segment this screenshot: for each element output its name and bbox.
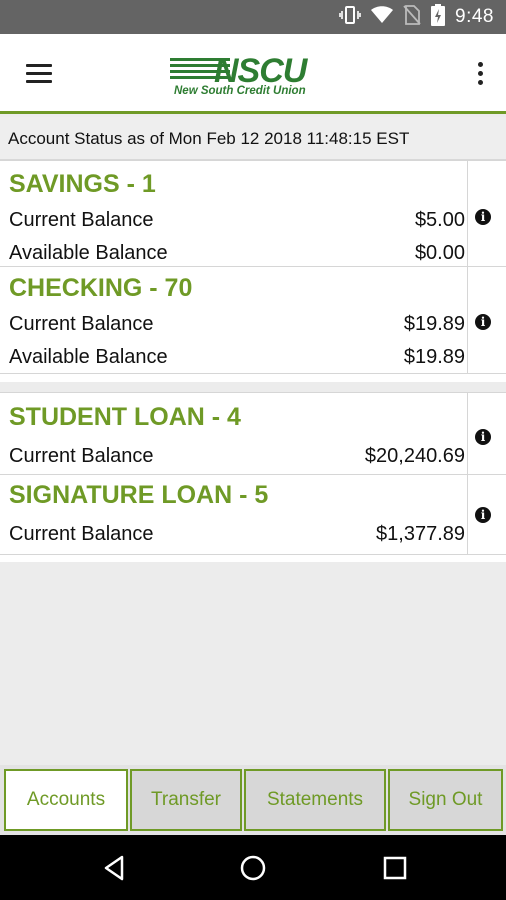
info-icon[interactable]: i: [475, 209, 491, 225]
no-sim-icon: [403, 4, 421, 30]
balance-row: Current Balance $19.89: [9, 313, 465, 339]
overflow-menu-icon[interactable]: [476, 62, 484, 88]
account-status-bar: Account Status as of Mon Feb 12 2018 11:…: [0, 117, 506, 160]
balance-row: Current Balance $1,377.89: [9, 523, 465, 549]
balance-amount: $0.00: [414, 242, 465, 264]
balance-amount: $1,377.89: [376, 523, 465, 545]
balance-label: Current Balance: [9, 209, 154, 231]
info-icon[interactable]: i: [475, 507, 491, 523]
deposit-accounts-list: SAVINGS - 1 Current Balance $5.00 Availa…: [0, 160, 506, 382]
system-navigation-bar: [0, 835, 506, 900]
tab-transfer[interactable]: Transfer: [130, 769, 242, 831]
account-title: SAVINGS - 1: [9, 170, 156, 198]
balance-amount: $19.89: [403, 313, 465, 335]
tab-statements[interactable]: Statements: [244, 769, 386, 831]
balance-label: Available Balance: [9, 346, 168, 368]
clock-time: 9:48: [455, 6, 494, 27]
balance-row: Available Balance $0.00: [9, 242, 465, 268]
app-bar: NSCU New South Credit Union: [0, 34, 506, 114]
info-icon[interactable]: i: [475, 314, 491, 330]
balance-amount: $19.89: [403, 346, 465, 368]
balance-row: Current Balance $20,240.69: [9, 445, 465, 471]
battery-charging-icon: [431, 3, 446, 31]
balance-label: Current Balance: [9, 313, 154, 335]
account-checking[interactable]: CHECKING - 70 Current Balance $19.89 Ava…: [0, 267, 506, 374]
info-icon[interactable]: i: [475, 429, 491, 445]
loan-accounts-list: STUDENT LOAN - 4 Current Balance $20,240…: [0, 392, 506, 562]
account-status-text: Account Status as of Mon Feb 12 2018 11:…: [8, 129, 410, 148]
tab-accounts[interactable]: Accounts: [4, 769, 128, 831]
balance-label: Available Balance: [9, 242, 168, 264]
vibrate-icon: [339, 5, 361, 30]
wifi-icon: [371, 5, 394, 29]
account-signature-loan[interactable]: SIGNATURE LOAN - 5 Current Balance $1,37…: [0, 475, 506, 555]
account-student-loan[interactable]: STUDENT LOAN - 4 Current Balance $20,240…: [0, 392, 506, 475]
balance-amount: $5.00: [414, 209, 465, 231]
account-title: STUDENT LOAN - 4: [9, 403, 241, 431]
balance-row: Current Balance $5.00: [9, 209, 465, 235]
account-title: SIGNATURE LOAN - 5: [9, 481, 269, 509]
nscu-logo: NSCU New South Credit Union: [170, 52, 345, 100]
menu-icon[interactable]: [26, 64, 52, 84]
status-bar: 9:48: [0, 0, 506, 34]
balance-row: Available Balance $19.89: [9, 346, 465, 372]
home-icon[interactable]: [238, 853, 268, 883]
balance-label: Current Balance: [9, 445, 154, 467]
tab-sign-out[interactable]: Sign Out: [388, 769, 503, 831]
recents-icon[interactable]: [380, 853, 410, 883]
account-title: CHECKING - 70: [9, 274, 193, 302]
balance-amount: $20,240.69: [364, 445, 465, 467]
back-icon[interactable]: [100, 853, 130, 883]
balance-label: Current Balance: [9, 523, 154, 545]
bottom-tab-bar: Accounts Transfer Statements Sign Out: [0, 765, 506, 835]
logo-subtitle: New South Credit Union: [174, 85, 306, 97]
account-savings[interactable]: SAVINGS - 1 Current Balance $5.00 Availa…: [0, 160, 506, 267]
